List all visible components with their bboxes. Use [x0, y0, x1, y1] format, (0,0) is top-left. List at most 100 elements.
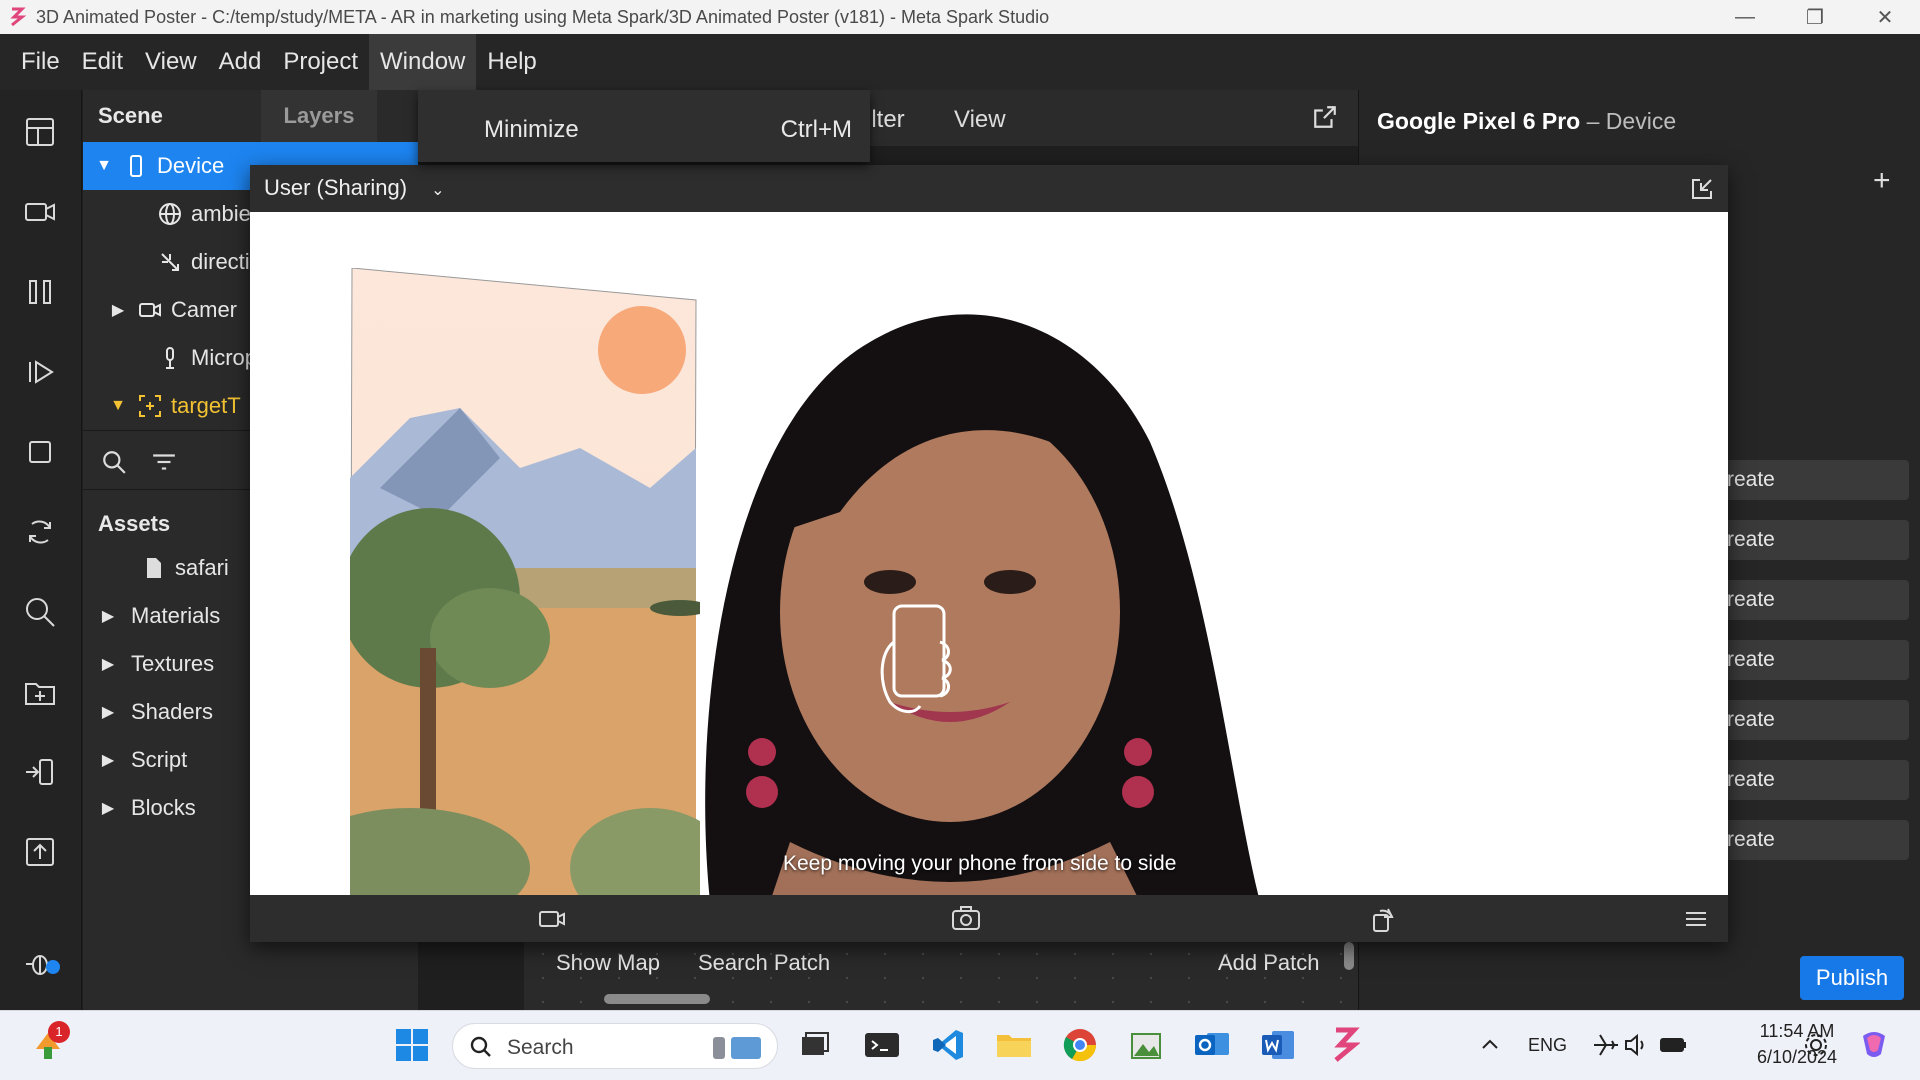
window-title: 3D Animated Poster - C:/temp/study/META … [36, 6, 1050, 27]
patch-editor[interactable]: Show Map Search Patch Add Patch [524, 942, 1358, 1010]
refresh-icon[interactable] [20, 512, 60, 552]
filter-icon[interactable] [151, 449, 177, 475]
asset-item-label: Script [131, 747, 188, 772]
taskbar-search[interactable]: Search [452, 1023, 778, 1069]
pop-out-icon[interactable] [1312, 104, 1338, 130]
menu-view[interactable]: View [134, 34, 208, 90]
create-button[interactable]: reate [1719, 820, 1909, 860]
chrome-icon[interactable] [1060, 1025, 1100, 1065]
windows-start-icon[interactable] [392, 1025, 432, 1065]
left-toolbar [0, 90, 82, 1010]
word-icon[interactable] [1258, 1025, 1298, 1065]
meta-spark-taskbar-icon[interactable] [1324, 1025, 1364, 1065]
volume-icon[interactable] [1616, 1025, 1656, 1065]
menu-window[interactable]: Window [369, 34, 477, 90]
expand-arrow-icon[interactable]: ▶ [97, 606, 119, 626]
expand-arrow-icon[interactable]: ▶ [97, 654, 119, 674]
expand-arrow-icon[interactable]: ▶ [97, 702, 119, 722]
add-patch-button[interactable]: Add Patch [1218, 950, 1320, 976]
menu-item-minimize[interactable]: Minimize [484, 116, 579, 144]
send-to-device-icon[interactable] [20, 752, 60, 792]
search-icon[interactable] [20, 592, 60, 632]
search-icon [470, 1036, 491, 1057]
pause-panel-icon[interactable] [20, 272, 60, 312]
task-view-icon[interactable] [794, 1025, 834, 1065]
upload-icon[interactable] [20, 832, 60, 872]
restore-window-button[interactable]: ❐ [1780, 0, 1850, 34]
directional-light-icon [157, 249, 183, 275]
language-indicator[interactable]: ENG [1528, 1035, 1567, 1056]
viewport-filter-menu[interactable]: ilter [866, 106, 905, 134]
shortcut-label: Ctrl+M [780, 116, 852, 143]
add-folder-icon[interactable] [20, 672, 60, 712]
device-select[interactable]: User (Sharing) ⌄ [264, 175, 445, 201]
microphone-icon [157, 345, 183, 371]
menu-icon[interactable] [1680, 903, 1712, 935]
notification-badge: 1 [48, 1021, 70, 1043]
menu-help[interactable]: Help [476, 34, 547, 90]
expand-arrow-icon[interactable]: ▶ [107, 300, 129, 320]
menu-file[interactable]: File [10, 34, 71, 90]
settings-icon[interactable] [1800, 1025, 1832, 1065]
notification-dot [46, 960, 60, 974]
search-highlight-icon [713, 1037, 761, 1059]
add-icon[interactable]: + [1873, 164, 1891, 198]
menu-add[interactable]: Add [208, 34, 273, 90]
create-button[interactable]: reate [1719, 700, 1909, 740]
show-map-button[interactable]: Show Map [556, 950, 660, 976]
minimize-window-button[interactable]: — [1710, 0, 1780, 34]
viewport-view-menu[interactable]: View [954, 106, 1006, 134]
close-window-button[interactable]: ✕ [1850, 0, 1920, 34]
simulator-header: User (Sharing) ⌄ [250, 165, 1728, 211]
file-explorer-icon[interactable] [994, 1025, 1034, 1065]
taskbar-search-label: Search [507, 1036, 574, 1059]
menu-edit[interactable]: Edit [71, 34, 134, 90]
search-patch-button[interactable]: Search Patch [698, 950, 830, 976]
horizontal-scrollbar[interactable] [604, 994, 710, 1004]
create-button[interactable]: reate [1719, 640, 1909, 680]
windows-taskbar: 1 Search ENG 11:54 AM 6/10/2024 [0, 1010, 1920, 1080]
globe-icon [157, 201, 183, 227]
title-bar: 3D Animated Poster - C:/temp/study/META … [0, 0, 1920, 34]
meta-spark-logo-icon [10, 7, 27, 27]
copilot-icon[interactable] [1854, 1025, 1894, 1065]
create-button[interactable]: reate [1719, 760, 1909, 800]
menu-project[interactable]: Project [272, 34, 369, 90]
target-tracker-icon [137, 393, 163, 419]
vertical-scrollbar[interactable] [1344, 942, 1354, 970]
outlook-icon[interactable] [1192, 1025, 1232, 1065]
video-camera-icon[interactable] [20, 192, 60, 232]
simulator-preview[interactable]: Keep moving your phone from side to side [250, 212, 1728, 895]
stop-icon[interactable] [20, 432, 60, 472]
search-icon[interactable] [101, 449, 127, 475]
window-menu-dropdown: Minimize Ctrl+M [418, 90, 870, 162]
play-icon[interactable] [20, 352, 60, 392]
expand-arrow-icon[interactable]: ▶ [97, 750, 119, 770]
create-button[interactable]: reate [1719, 520, 1909, 560]
create-button[interactable]: reate [1719, 580, 1909, 620]
dock-in-icon[interactable] [1690, 177, 1714, 201]
terminal-icon[interactable] [862, 1025, 902, 1065]
expand-arrow-icon[interactable]: ▼ [93, 157, 115, 175]
flip-camera-icon[interactable] [950, 903, 982, 935]
publish-button[interactable]: Publish [1800, 956, 1904, 1000]
simulator-footer [250, 895, 1728, 942]
expand-arrow-icon[interactable]: ▼ [107, 397, 129, 415]
layout-icon[interactable] [20, 112, 60, 152]
record-video-icon[interactable] [536, 903, 568, 935]
tab-scene[interactable]: Scene [98, 90, 163, 142]
move-phone-hint-icon [880, 604, 952, 713]
create-button[interactable]: reate [1719, 460, 1909, 500]
assets-title: Assets [98, 511, 171, 536]
battery-icon[interactable] [1654, 1025, 1694, 1065]
scene-item-label: Microp [191, 345, 258, 370]
panel-title: Google Pixel 6 Pro – Device [1377, 108, 1676, 135]
camera-feed-person [705, 314, 1259, 895]
rotate-device-icon[interactable] [1366, 903, 1398, 935]
chevron-up-icon[interactable] [1470, 1025, 1510, 1065]
file-icon [141, 555, 167, 581]
image-viewer-icon[interactable] [1126, 1025, 1166, 1065]
expand-arrow-icon[interactable]: ▶ [97, 798, 119, 818]
vscode-icon[interactable] [928, 1025, 968, 1065]
tab-layers[interactable]: Layers [261, 90, 377, 142]
